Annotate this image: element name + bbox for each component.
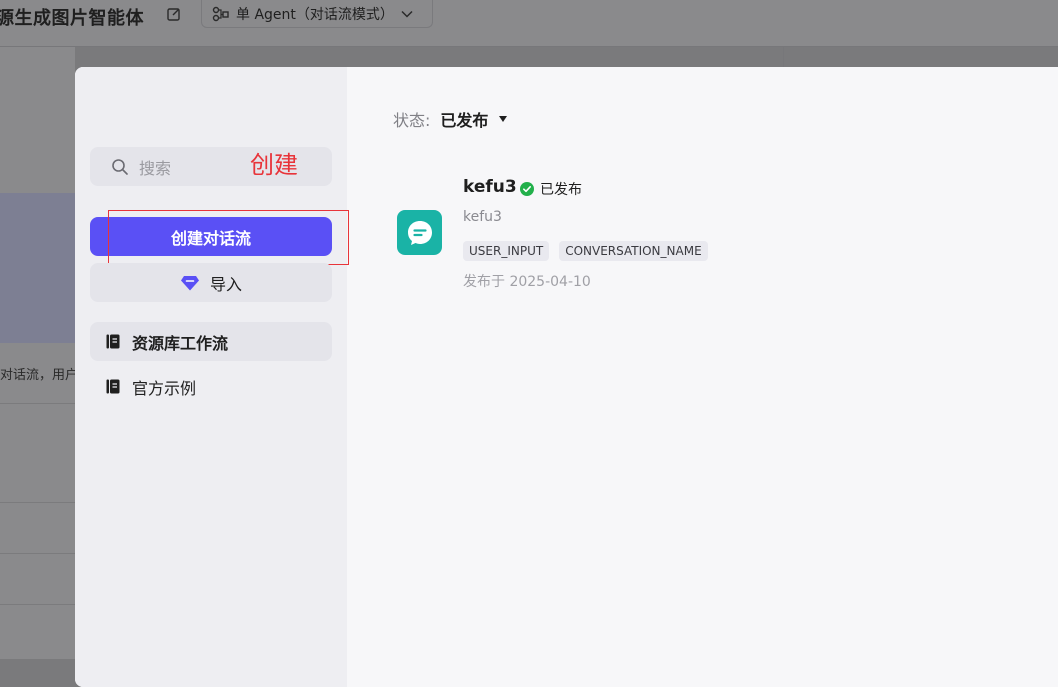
import-button[interactable]: 导入 [90,263,332,302]
divider [0,553,75,554]
diamond-icon [180,275,199,290]
workflow-description: kefu3 [463,209,502,225]
book-icon [106,379,120,394]
status-text: 已发布 [540,182,582,198]
workflow-name: kefu3 [463,177,517,197]
workflow-select-modal: 搜索 创建 创建对话流 导入 资源库工作流 官方示例 状态: 已发布 kefu3… [75,67,1058,687]
agent-title: 源生成图片智能体 [0,8,144,29]
agent-mode-label: 单 Agent（对话流模式） [236,6,394,23]
chat-bubble-icon [397,210,442,255]
tag: CONVERSATION_NAME [559,241,708,261]
edit-icon [167,8,180,21]
workflow-icon [212,6,229,21]
workflow-tags: USER_INPUT CONVERSATION_NAME [463,241,708,261]
divider [783,47,784,67]
divider [0,502,75,503]
status-filter[interactable]: 状态: 已发布 [393,107,508,131]
nav-item-official-examples[interactable]: 官方示例 [90,367,332,406]
annotation-label: 创建 [250,151,298,179]
chevron-down-icon [401,10,413,18]
search-placeholder: 搜索 [139,158,172,178]
background-topbar: 源生成图片智能体 单 Agent（对话流模式） [0,0,1058,47]
nav-label: 资源库工作流 [132,333,229,353]
nav-item-library-workflows[interactable]: 资源库工作流 [90,322,332,361]
check-circle-icon [520,182,534,196]
status-filter-value: 已发布 [440,111,489,130]
divider [0,604,75,605]
caret-down-icon [499,116,508,122]
background-snippet: 对话流，用户 [0,368,75,383]
background-left-panel [0,47,75,659]
tag: USER_INPUT [463,241,550,261]
nav-label: 官方示例 [132,378,197,398]
import-label: 导入 [209,274,242,294]
book-icon [106,334,120,349]
workflow-card[interactable]: kefu3 已发布 kefu3 USER_INPUT CONVERSATION_… [397,175,797,295]
publish-date: 发布于 2025-04-10 [463,274,591,290]
create-chatflow-button[interactable]: 创建对话流 [90,217,332,256]
status-filter-label: 状态: [393,111,431,130]
search-icon [112,158,128,175]
modal-sidebar: 搜索 创建 创建对话流 导入 资源库工作流 官方示例 [75,67,349,687]
modal-content: 状态: 已发布 kefu3 已发布 kefu3 USER_INPUT CONVE… [347,67,1058,687]
agent-mode-select: 单 Agent（对话流模式） [201,0,433,28]
divider [0,403,75,404]
background-highlight [0,193,75,343]
status-badge: 已发布 [520,179,582,199]
